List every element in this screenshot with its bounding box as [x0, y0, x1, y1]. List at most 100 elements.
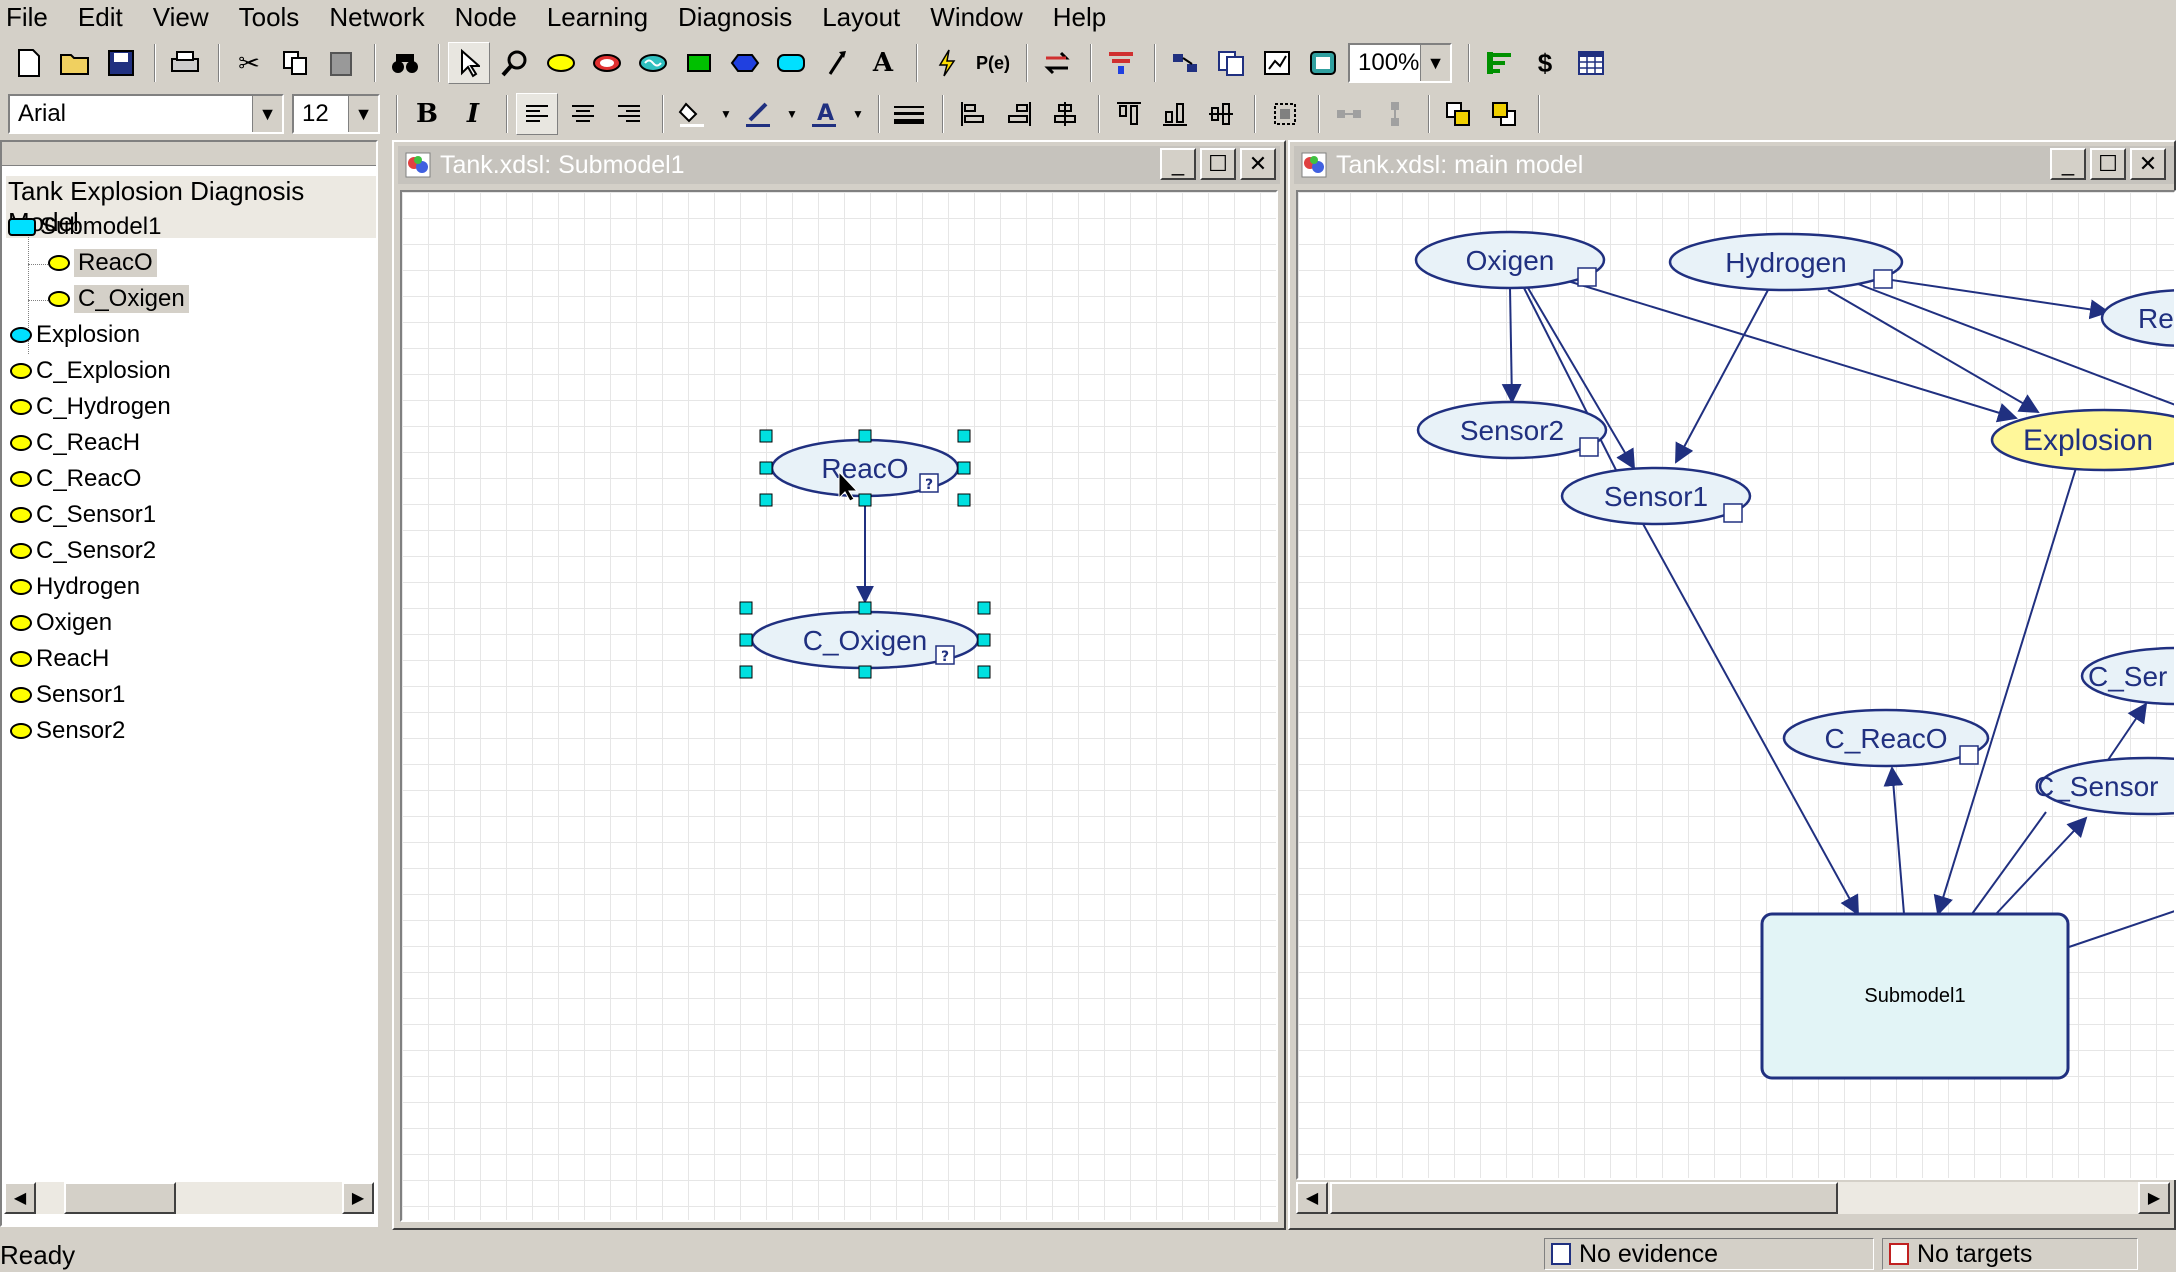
align-nodes-bottom-icon[interactable] — [1154, 93, 1196, 135]
node-oxigen[interactable]: Oxigen — [1414, 230, 1606, 290]
save-icon[interactable] — [100, 42, 142, 84]
menu-edit[interactable]: Edit — [63, 0, 138, 34]
tree-item-sensor1[interactable]: Sensor1 — [10, 678, 125, 712]
chevron-down-icon[interactable]: ▼ — [850, 93, 866, 135]
strategy-tree-icon[interactable] — [1100, 42, 1142, 84]
chevron-down-icon[interactable]: ▼ — [252, 96, 282, 132]
node-hydrogen[interactable]: Hydrogen — [1668, 232, 1904, 292]
copy-network-icon[interactable] — [1210, 42, 1252, 84]
open-folder-icon[interactable] — [54, 42, 96, 84]
find-binoculars-icon[interactable] — [384, 42, 426, 84]
tree-item-c-explosion[interactable]: C_Explosion — [10, 354, 171, 388]
node-coxigen[interactable]: C_Oxigen ? — [750, 610, 980, 670]
align-left-icon[interactable] — [516, 93, 558, 135]
arc-tool-icon[interactable] — [816, 42, 858, 84]
graph-view-icon[interactable] — [1256, 42, 1298, 84]
chance-node-tool-icon[interactable] — [540, 42, 582, 84]
main-window-titlebar[interactable]: Tank.xdsl: main model — [1294, 146, 2174, 184]
align-nodes-middle-icon[interactable] — [1200, 93, 1242, 135]
update-lightning-icon[interactable] — [926, 42, 968, 84]
node-explosion[interactable]: Explosion — [1990, 408, 2176, 472]
arc-submodel-creaco[interactable] — [1883, 766, 1905, 915]
submodel-tool-icon[interactable] — [770, 42, 812, 84]
font-size-combo[interactable]: 12 ▼ — [292, 94, 380, 134]
tree-item-reach[interactable]: ReacH — [10, 642, 109, 676]
italic-icon[interactable]: I — [452, 93, 494, 135]
node-sensor2[interactable]: Sensor2 — [1416, 400, 1608, 460]
node-reaco[interactable]: ReacO ? — [770, 438, 960, 498]
align-center-icon[interactable] — [562, 93, 604, 135]
align-nodes-center-icon[interactable] — [1044, 93, 1086, 135]
new-file-icon[interactable] — [8, 42, 50, 84]
menu-layout[interactable]: Layout — [807, 0, 915, 34]
align-nodes-right-icon[interactable] — [998, 93, 1040, 135]
zoom-magnifier-icon[interactable] — [494, 42, 536, 84]
align-nodes-left-icon[interactable] — [952, 93, 994, 135]
tree-item-submodel1[interactable]: Submodel1 — [8, 210, 161, 244]
chevron-down-icon[interactable]: ▼ — [348, 96, 378, 132]
zoom-combo[interactable]: 100% ▼ — [1348, 43, 1452, 83]
text-tool-icon[interactable]: A — [862, 42, 904, 84]
probability-e-icon[interactable]: P(e) — [972, 42, 1014, 84]
node-creaco[interactable]: C_ReacO — [1782, 708, 1990, 768]
arc-submodel-csensor-b[interactable] — [1995, 816, 2088, 915]
tree-item-c-reach[interactable]: C_ReacH — [10, 426, 140, 460]
value-dollar-icon[interactable]: $ — [1524, 42, 1566, 84]
menu-view[interactable]: View — [138, 0, 224, 34]
fill-color-icon[interactable] — [672, 93, 714, 135]
tree-item-oxigen[interactable]: Oxigen — [10, 606, 112, 640]
tree-item-c-hydrogen[interactable]: C_Hydrogen — [10, 390, 171, 424]
minimize-icon[interactable]: _ — [1160, 148, 1196, 180]
menu-learning[interactable]: Learning — [532, 0, 663, 34]
bold-icon[interactable]: B — [406, 93, 448, 135]
tree-item-explosion[interactable]: Explosion — [10, 318, 140, 352]
tree-item-c-oxigen[interactable]: C_Oxigen — [48, 282, 189, 316]
menu-window[interactable]: Window — [915, 0, 1037, 34]
deterministic-node-tool-icon[interactable] — [586, 42, 628, 84]
spreadsheet-icon[interactable] — [1570, 42, 1612, 84]
line-color-icon[interactable] — [738, 93, 780, 135]
layout-icon[interactable] — [1164, 42, 1206, 84]
bring-to-front-icon[interactable] — [1438, 93, 1480, 135]
scroll-right-icon[interactable]: ▶ — [342, 1182, 374, 1214]
node-re[interactable]: Re — [2100, 289, 2176, 347]
tree-horizontal-scrollbar[interactable]: ◀ ▶ — [4, 1182, 374, 1214]
node-csensor[interactable]: C_Sensor — [2034, 756, 2176, 816]
menu-network[interactable]: Network — [314, 0, 439, 34]
align-right-icon[interactable] — [608, 93, 650, 135]
scroll-right-icon[interactable]: ▶ — [2138, 1182, 2170, 1214]
scroll-left-icon[interactable]: ◀ — [4, 1182, 36, 1214]
font-color-icon[interactable]: A — [804, 93, 846, 135]
close-icon[interactable]: ✕ — [2130, 148, 2166, 180]
tree-item-c-sensor1[interactable]: C_Sensor1 — [10, 498, 156, 532]
arc-submodel-offscreen[interactable] — [2065, 910, 2176, 949]
space-horizontal-icon[interactable] — [1328, 93, 1370, 135]
align-nodes-top-icon[interactable] — [1108, 93, 1150, 135]
close-icon[interactable]: ✕ — [1240, 148, 1276, 180]
minimize-icon[interactable]: _ — [2050, 148, 2086, 180]
sensitivity-bars-icon[interactable] — [1478, 42, 1520, 84]
font-name-combo[interactable]: Arial ▼ — [8, 94, 284, 134]
arc-hydrogen-sensor1[interactable] — [1675, 289, 1769, 464]
print-icon[interactable] — [164, 42, 206, 84]
scrollbar-thumb[interactable] — [64, 1182, 176, 1214]
paste-icon[interactable] — [320, 42, 362, 84]
submodel-canvas[interactable]: ReacO ? C_Oxigen ? — [400, 190, 1278, 1222]
scroll-left-icon[interactable]: ◀ — [1296, 1182, 1328, 1214]
chevron-down-icon[interactable]: ▼ — [784, 93, 800, 135]
node-sensor1[interactable]: Sensor1 — [1560, 466, 1752, 526]
decision-node-tool-icon[interactable] — [678, 42, 720, 84]
select-arrow-icon[interactable] — [448, 42, 490, 84]
submodel-window-titlebar[interactable]: Tank.xdsl: Submodel1 — [398, 146, 1280, 184]
arc-explosion-submodel[interactable] — [1933, 467, 2077, 916]
equation-node-tool-icon[interactable] — [632, 42, 674, 84]
monitor-icon[interactable] — [1302, 42, 1344, 84]
chevron-down-icon[interactable]: ▼ — [718, 93, 734, 135]
node-submodel1[interactable]: Submodel1 — [1760, 912, 2070, 1080]
select-all-icon[interactable] — [1264, 93, 1306, 135]
main-model-canvas[interactable]: Oxigen Hydrogen Re Sensor2 Sensor1 Explo… — [1296, 190, 2176, 1180]
send-to-back-icon[interactable] — [1484, 93, 1526, 135]
line-width-icon[interactable] — [888, 93, 930, 135]
maximize-icon[interactable]: ☐ — [1200, 148, 1236, 180]
copy-icon[interactable] — [274, 42, 316, 84]
